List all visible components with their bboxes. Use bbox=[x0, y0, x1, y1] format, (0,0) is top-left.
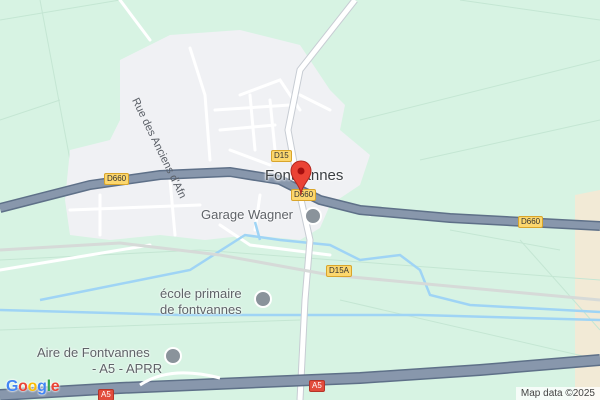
poi-school-label-1[interactable]: école primaire bbox=[160, 286, 242, 301]
google-logo: Google bbox=[6, 378, 60, 396]
map-attribution[interactable]: Map data ©2025 bbox=[515, 387, 600, 400]
map-canvas[interactable]: D15 D660 D660 D660 D15A A5 A5 Rue des An… bbox=[0, 0, 600, 400]
road-shield-d660-west: D660 bbox=[104, 173, 130, 185]
logo-letter: o bbox=[27, 378, 38, 395]
school-poi-icon[interactable] bbox=[254, 290, 272, 308]
poi-school-label-2[interactable]: de fontvannes bbox=[160, 302, 242, 317]
poi-garage-label[interactable]: Garage Wagner bbox=[201, 207, 293, 222]
road-shield-a5: A5 bbox=[309, 380, 325, 392]
road-shield-a5-west: A5 bbox=[98, 389, 114, 400]
logo-letter: e bbox=[50, 378, 60, 395]
logo-letter: g bbox=[37, 378, 47, 395]
logo-letter: G bbox=[6, 378, 19, 395]
garage-poi-icon[interactable] bbox=[304, 207, 322, 225]
road-shield-d15: D15 bbox=[271, 150, 292, 162]
rest-area-poi-icon[interactable] bbox=[164, 347, 182, 365]
road-shield-d660-east: D660 bbox=[518, 216, 544, 228]
road-shield-d15a: D15A bbox=[326, 265, 353, 277]
location-pin-icon[interactable] bbox=[290, 160, 312, 196]
poi-rest-area-label-1[interactable]: Aire de Fontvannes bbox=[37, 345, 150, 360]
logo-letter: o bbox=[18, 378, 28, 395]
poi-rest-area-label-2[interactable]: - A5 - APRR bbox=[92, 361, 162, 376]
